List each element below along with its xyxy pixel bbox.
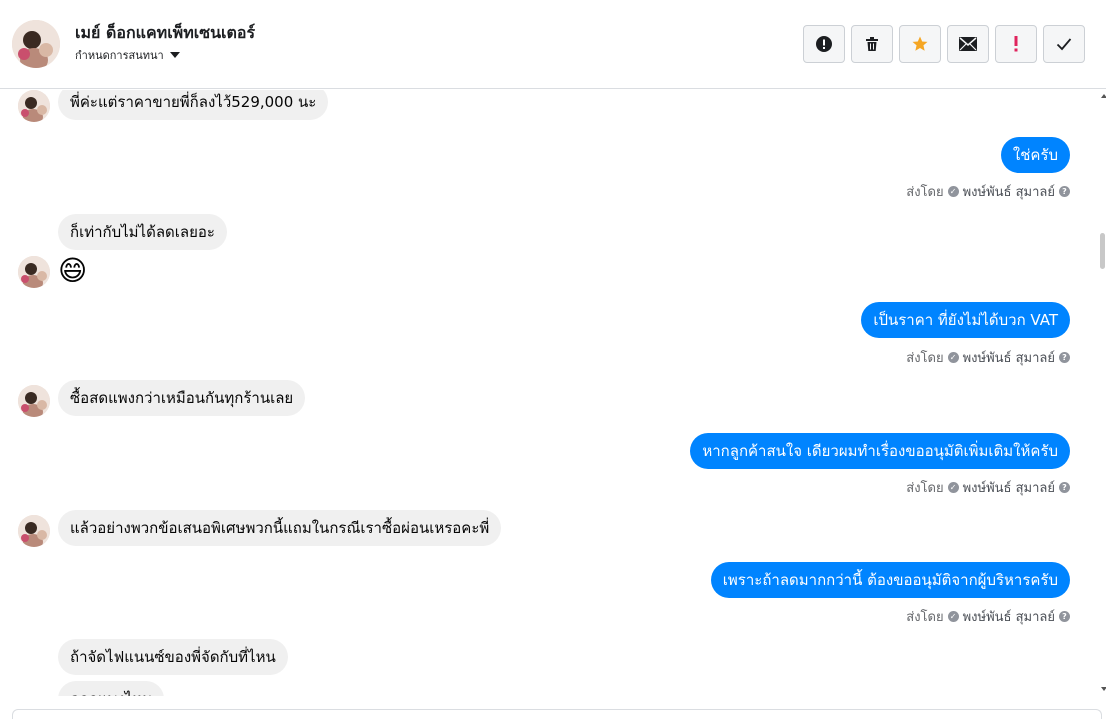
sent-by-label: ส่งโดย ✓ พงษ์พันธ์ สุมาลย์ ? — [906, 181, 1070, 202]
check-circle-icon: ✓ — [947, 482, 959, 493]
check-circle-icon: ✓ — [947, 186, 959, 197]
sent-by-label: ส่งโดย ✓ พงษ์พันธ์ สุมาลย์ ? — [906, 347, 1070, 368]
thread-scrollbar[interactable] — [1098, 90, 1106, 696]
conversation-toolbar — [803, 25, 1085, 63]
sent-by-label: ส่งโดย ✓ พงษ์พันธ์ สุมาลย์ ? — [906, 477, 1070, 498]
sent-by-prefix: ส่งโดย — [906, 481, 944, 496]
check-circle-icon: ✓ — [947, 352, 959, 363]
contact-avatar[interactable] — [12, 20, 60, 68]
caret-down-icon — [169, 52, 180, 58]
scroll-down-arrow-icon[interactable] — [1101, 687, 1106, 691]
sender-name[interactable]: พงษ์พันธ์ สุมาลย์ — [963, 347, 1055, 368]
contact-name[interactable]: เมย์ ด็อกแคทเพ็ทเซนเตอร์ — [75, 21, 255, 46]
trash-icon — [866, 37, 878, 51]
outgoing-message[interactable]: เพราะถ้าลดมากกว่านี้ ต้องขออนุมัติจากผู้… — [710, 562, 1070, 598]
help-icon[interactable]: ? — [1059, 186, 1070, 197]
incoming-message[interactable]: ดอกแพงไหม — [58, 681, 165, 696]
sender-name[interactable]: พงษ์พันธ์ สุมาลย์ — [963, 606, 1055, 627]
outgoing-message[interactable]: เป็นราคา ที่ยังไม่ได้บวก VAT — [861, 302, 1070, 338]
message-thread[interactable]: พี่ค่ะแต่ราคาขายพี่ก็ลงไว้529,000 นะ ใช่… — [0, 90, 1098, 696]
scroll-thumb[interactable] — [1100, 233, 1105, 269]
sender-avatar — [18, 90, 50, 122]
conversation-settings-dropdown[interactable]: กำหนดการสนทนา — [75, 46, 180, 64]
check-circle-icon: ✓ — [947, 611, 959, 622]
star-icon — [912, 36, 928, 51]
mark-important-button[interactable] — [995, 25, 1037, 63]
sender-avatar — [18, 515, 50, 547]
outgoing-message[interactable]: หากลูกค้าสนใจ เดียวผมทำเรื่องขออนุมัติเพ… — [690, 433, 1070, 469]
scroll-up-arrow-icon[interactable] — [1101, 94, 1106, 98]
message-composer[interactable] — [12, 709, 1102, 719]
spam-report-button[interactable] — [803, 25, 845, 63]
help-icon[interactable]: ? — [1059, 352, 1070, 363]
sender-avatar — [18, 256, 50, 288]
sent-by-prefix: ส่งโดย — [906, 351, 944, 366]
incoming-message[interactable]: ถ้าจัดไฟแนนซ์ของพี่จัดกับที่ไหน — [58, 639, 288, 675]
mark-done-button[interactable] — [1043, 25, 1085, 63]
envelope-icon — [959, 37, 977, 51]
sent-by-label: ส่งโดย ✓ พงษ์พันธ์ สุมาลย์ ? — [906, 606, 1070, 627]
sent-by-prefix: ส่งโดย — [906, 610, 944, 625]
outgoing-message[interactable]: ใช่ครับ — [1000, 137, 1070, 173]
star-button[interactable] — [899, 25, 941, 63]
incoming-message[interactable]: ก็เท่ากับไม่ได้ลดเลยอะ — [58, 214, 227, 250]
exclamation-icon — [1014, 36, 1018, 52]
help-icon[interactable]: ? — [1059, 611, 1070, 622]
conversation-settings-label: กำหนดการสนทนา — [75, 49, 164, 62]
sender-name[interactable]: พงษ์พันธ์ สุมาลย์ — [963, 181, 1055, 202]
alert-circle-icon — [816, 36, 832, 52]
delete-button[interactable] — [851, 25, 893, 63]
mark-unread-button[interactable] — [947, 25, 989, 63]
sender-name[interactable]: พงษ์พันธ์ สุมาลย์ — [963, 477, 1055, 498]
incoming-message[interactable]: พี่ค่ะแต่ราคาขายพี่ก็ลงไว้529,000 นะ — [58, 90, 329, 120]
sent-by-prefix: ส่งโดย — [906, 185, 944, 200]
emoji-message[interactable]: 😄 — [58, 255, 87, 287]
check-icon — [1056, 38, 1072, 51]
incoming-message[interactable]: แล้วอย่างพวกข้อเสนอพิเศษพวกนี้แถมในกรณีเ… — [58, 510, 502, 546]
conversation-header: เมย์ ด็อกแคทเพ็ทเซนเตอร์ กำหนดการสนทนา — [0, 0, 1106, 89]
incoming-message[interactable]: ซื้อสดแพงกว่าเหมือนกันทุกร้านเลย — [58, 380, 306, 416]
sender-avatar — [18, 385, 50, 417]
help-icon[interactable]: ? — [1059, 482, 1070, 493]
